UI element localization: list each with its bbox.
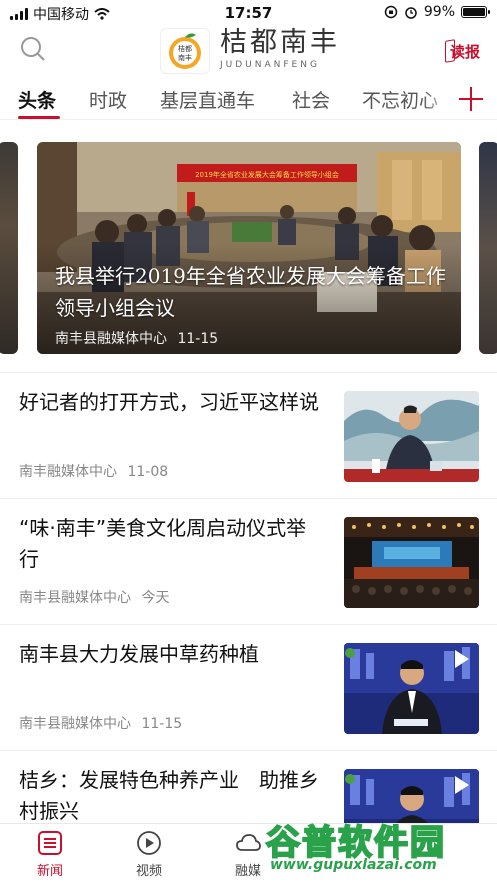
read-newspaper-button[interactable]: 读报 (445, 38, 485, 64)
app-header: 桔都 南丰 桔都南丰 JUDUNANFENG 读报 (0, 26, 497, 76)
nav-news[interactable]: 新闻 (20, 830, 80, 879)
news-title: “味·南丰”美食文化周启动仪式举行 (19, 516, 307, 571)
nav-video-label: 视频 (135, 864, 162, 879)
svg-text:南丰: 南丰 (178, 53, 192, 62)
app-logo: 桔都 南丰 (160, 28, 210, 74)
tab-headlines[interactable]: 头条 (18, 86, 56, 113)
news-meta: 南丰县融媒体中心 今天 (19, 587, 169, 607)
nav-news-label: 新闻 (36, 864, 63, 879)
next-slide-preview[interactable] (479, 142, 497, 354)
add-channel-icon[interactable] (459, 87, 483, 111)
category-tabs: 头条 时政 基层直通车 社会 不忘初心 (0, 80, 497, 120)
alarm-icon (405, 7, 417, 19)
list-item[interactable]: 好记者的打开方式，习近平这样说 南丰融媒体中心 11-08 (0, 372, 497, 498)
featured-title: 我县举行2019年全省农业发展大会筹备工作领导小组会议 (55, 264, 446, 320)
featured-date: 11-15 (177, 331, 219, 347)
orientation-lock-icon (384, 5, 398, 19)
featured-source: 南丰县融媒体中心 (55, 331, 167, 347)
featured-carousel[interactable]: 2019年全省农业发展大会筹备工作领导小组会 我县举行2019年全省农业发展大会… (0, 142, 497, 356)
stage-photo (344, 517, 479, 608)
news-thumbnail (344, 391, 479, 482)
watermark: 谷普软件园 www.gupuxlazai.com (265, 813, 491, 877)
news-date: 11-15 (141, 716, 183, 732)
news-thumbnail[interactable] (344, 643, 479, 734)
news-date: 11-08 (127, 464, 169, 480)
app-title: 桔都南丰 (220, 27, 340, 58)
news-thumbnail (344, 517, 479, 608)
featured-meta: 南丰县融媒体中心 11-15 (55, 328, 218, 348)
prev-slide-preview[interactable] (0, 142, 18, 354)
play-icon[interactable] (453, 775, 471, 795)
orange-logo-icon: 桔都 南丰 (169, 33, 201, 69)
leader-photo (344, 391, 479, 482)
news-date: 今天 (141, 590, 170, 606)
status-bar: 中国移动 17:57 99% (0, 0, 497, 26)
news-list-icon (38, 831, 62, 855)
watermark-url: www.gupuxlazai.com (270, 857, 437, 873)
tab-society[interactable]: 社会 (292, 86, 330, 113)
tab-politics[interactable]: 时政 (89, 86, 127, 113)
read-newspaper-label: 读报 (449, 42, 480, 61)
active-tab-indicator (18, 116, 60, 119)
featured-card[interactable]: 2019年全省农业发展大会筹备工作领导小组会 我县举行2019年全省农业发展大会… (37, 142, 461, 354)
battery-percent: 99% (423, 4, 455, 20)
list-item[interactable]: 南丰县大力发展中草药种植 南丰县融媒体中心 11-15 (0, 624, 497, 750)
news-title: 南丰县大力发展中草药种植 (19, 642, 259, 666)
tab-grassroots[interactable]: 基层直通车 (160, 86, 255, 113)
news-meta: 南丰融媒体中心 11-08 (19, 461, 168, 481)
news-source: 南丰县融媒体中心 (19, 590, 131, 606)
news-source: 南丰县融媒体中心 (19, 716, 131, 732)
news-source: 南丰融媒体中心 (19, 464, 117, 480)
search-icon[interactable] (20, 36, 46, 62)
play-circle-icon (137, 831, 161, 855)
nav-media-label: 融媒 (234, 864, 261, 879)
nav-video[interactable]: 视频 (119, 830, 179, 879)
meeting-banner-text: 2019年全省农业发展大会筹备工作领导小组会 (195, 170, 339, 179)
app-subtitle: JUDUNANFENG (220, 60, 320, 70)
svg-text:桔都: 桔都 (178, 44, 192, 53)
news-title: 好记者的打开方式，习近平这样说 (19, 390, 319, 414)
play-icon[interactable] (453, 649, 471, 669)
list-item[interactable]: “味·南丰”美食文化周启动仪式举行 南丰县融媒体中心 今天 (0, 498, 497, 624)
news-meta: 南丰县融媒体中心 11-15 (19, 713, 182, 733)
cloud-icon (236, 834, 261, 851)
battery-icon (461, 6, 490, 18)
